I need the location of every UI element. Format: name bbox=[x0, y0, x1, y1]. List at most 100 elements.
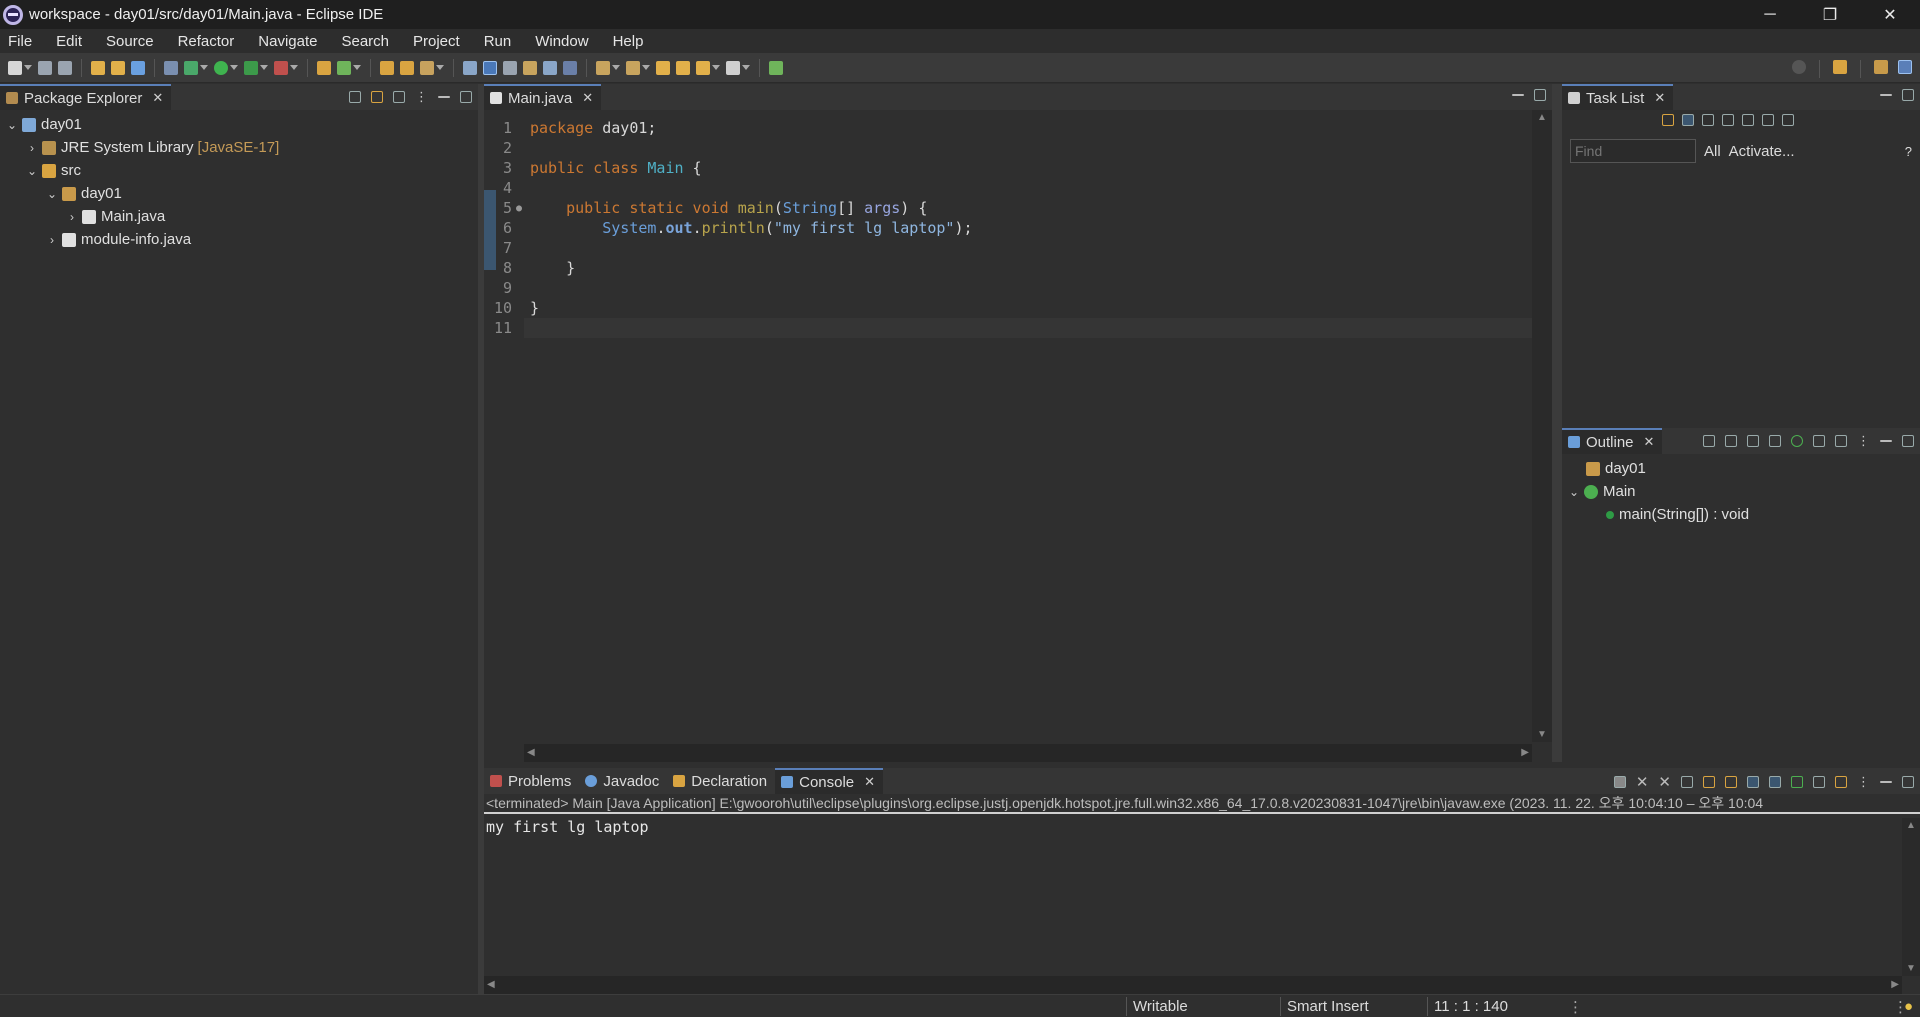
status-insert-mode[interactable]: Smart Insert bbox=[1287, 998, 1369, 1015]
search-icon[interactable] bbox=[1792, 60, 1806, 74]
redo-icon[interactable] bbox=[111, 60, 125, 75]
pin-console-icon[interactable] bbox=[1791, 776, 1803, 788]
terminate-icon[interactable] bbox=[1613, 776, 1626, 788]
chevron-down-icon[interactable]: ⌄ bbox=[24, 164, 40, 178]
scroll-left-icon[interactable]: ◀ bbox=[487, 979, 495, 990]
last-edit-location-icon[interactable] bbox=[656, 60, 670, 75]
toggle-breadcrumb-icon[interactable] bbox=[463, 60, 477, 75]
scroll-down-icon[interactable]: ▼ bbox=[1906, 963, 1916, 974]
run-dropdown-icon[interactable] bbox=[230, 65, 238, 70]
debug-dropdown-icon[interactable] bbox=[200, 65, 208, 70]
chevron-down-icon[interactable]: ⌄ bbox=[44, 187, 60, 201]
maximize-view-icon[interactable] bbox=[460, 91, 472, 103]
next-annotation-dropdown-icon[interactable] bbox=[612, 65, 620, 70]
perspective-java-ee-icon[interactable] bbox=[1874, 60, 1888, 74]
tab-main-java[interactable]: Main.java ✕ bbox=[484, 84, 602, 110]
save-all-icon[interactable] bbox=[58, 60, 72, 75]
console-horizontal-scrollbar[interactable]: ◀ ▶ bbox=[484, 976, 1902, 994]
menu-file[interactable]: File bbox=[8, 33, 32, 50]
search-tool-icon[interactable] bbox=[420, 60, 434, 75]
scroll-right-icon[interactable]: ▶ bbox=[1891, 979, 1899, 990]
sort-icon[interactable] bbox=[1725, 435, 1737, 447]
run-icon[interactable] bbox=[214, 60, 228, 75]
new-java-class-icon[interactable] bbox=[337, 60, 351, 75]
forward-icon[interactable] bbox=[726, 60, 740, 75]
scroll-right-icon[interactable]: ▶ bbox=[1521, 747, 1529, 758]
view-menu-icon[interactable]: ⋮ bbox=[1857, 433, 1870, 449]
hide-completed-icon[interactable] bbox=[1722, 114, 1734, 126]
new-class-dropdown-icon[interactable] bbox=[353, 65, 361, 70]
toggle-block-selection-icon[interactable] bbox=[503, 60, 517, 75]
tab-javadoc[interactable]: Javadoc bbox=[579, 768, 667, 794]
sash-right[interactable] bbox=[1552, 84, 1562, 762]
tree-item-module-info[interactable]: › module-info.java bbox=[0, 228, 478, 251]
filter-icon[interactable] bbox=[393, 91, 405, 103]
maximize-view-icon[interactable] bbox=[1534, 89, 1546, 101]
synchronize-icon[interactable] bbox=[1782, 114, 1794, 126]
code-editor[interactable]: 1 package day01; 2 3 public class Main {… bbox=[484, 110, 1552, 762]
outline-item-class[interactable]: ⌄ Main bbox=[1562, 480, 1920, 503]
minimize-button[interactable]: ─ bbox=[1740, 0, 1800, 29]
tree-item-main-java[interactable]: › Main.java bbox=[0, 205, 478, 228]
tab-task-list[interactable]: Task List ✕ bbox=[1562, 84, 1674, 110]
close-icon[interactable]: ✕ bbox=[582, 90, 593, 106]
outline-item-method[interactable]: main(String[]) : void bbox=[1562, 503, 1920, 526]
hide-static-icon[interactable] bbox=[1769, 435, 1781, 447]
menu-help[interactable]: Help bbox=[613, 33, 644, 50]
activate-link[interactable]: Activate... bbox=[1729, 143, 1795, 160]
skip-breakpoints-icon[interactable] bbox=[164, 60, 178, 75]
scroll-left-icon[interactable]: ◀ bbox=[527, 747, 535, 758]
new-java-project-icon[interactable] bbox=[317, 60, 331, 75]
menu-source[interactable]: Source bbox=[106, 33, 154, 50]
categorized-icon[interactable] bbox=[1682, 114, 1694, 126]
scroll-down-icon[interactable]: ▼ bbox=[1537, 729, 1547, 740]
undo-icon[interactable] bbox=[91, 60, 105, 75]
terminal-icon[interactable] bbox=[131, 60, 145, 75]
chevron-down-icon[interactable]: ⌄ bbox=[1566, 485, 1582, 499]
search-dropdown-icon[interactable] bbox=[436, 65, 444, 70]
chevron-right-icon[interactable]: › bbox=[64, 210, 80, 224]
close-window-button[interactable]: ✕ bbox=[1860, 0, 1920, 29]
menu-search[interactable]: Search bbox=[341, 33, 389, 50]
status-more-icon[interactable]: ⋮ bbox=[1568, 998, 1583, 1016]
minimize-view-icon[interactable] bbox=[1512, 94, 1524, 96]
previous-annotation-dropdown-icon[interactable] bbox=[642, 65, 650, 70]
tree-item-package[interactable]: ⌄ day01 bbox=[0, 182, 478, 205]
minimize-view-icon[interactable] bbox=[1880, 94, 1892, 96]
word-wrap-icon[interactable] bbox=[523, 60, 537, 75]
menu-navigate[interactable]: Navigate bbox=[258, 33, 317, 50]
forward-dropdown-icon[interactable] bbox=[742, 65, 750, 70]
tab-problems[interactable]: Problems bbox=[484, 768, 579, 794]
previous-annotation-icon[interactable] bbox=[626, 60, 640, 75]
open-type-icon[interactable] bbox=[380, 60, 394, 75]
maximize-view-icon[interactable] bbox=[1902, 435, 1914, 447]
hide-nonpublic-icon[interactable] bbox=[1791, 435, 1803, 447]
view-menu-icon[interactable]: ⋮ bbox=[415, 89, 428, 105]
show-stdout-icon[interactable] bbox=[1747, 776, 1759, 788]
display-console-icon[interactable] bbox=[1813, 776, 1825, 788]
external-tools-dropdown-icon[interactable] bbox=[290, 65, 298, 70]
back-dropdown-icon[interactable] bbox=[712, 65, 720, 70]
tab-console[interactable]: Console ✕ bbox=[775, 768, 884, 794]
perspective-java-icon[interactable] bbox=[1898, 60, 1912, 74]
coverage-icon[interactable] bbox=[244, 60, 258, 75]
hide-local-types-icon[interactable] bbox=[1813, 435, 1825, 447]
restore-button[interactable]: ❐ bbox=[1800, 0, 1860, 29]
show-stderr-icon[interactable] bbox=[1769, 776, 1781, 788]
close-icon[interactable]: ✕ bbox=[1644, 434, 1655, 450]
word-wrap-console-icon[interactable] bbox=[1725, 776, 1737, 788]
show-paragraph-icon[interactable] bbox=[563, 60, 577, 75]
debug-icon[interactable] bbox=[184, 60, 198, 75]
menu-refactor[interactable]: Refactor bbox=[178, 33, 235, 50]
scroll-up-icon[interactable]: ▲ bbox=[1906, 820, 1916, 831]
console-output[interactable]: my first lg laptop bbox=[486, 818, 649, 836]
chevron-right-icon[interactable]: › bbox=[44, 233, 60, 247]
minimize-view-icon[interactable] bbox=[1880, 440, 1892, 442]
collapse-all-icon[interactable] bbox=[349, 91, 361, 103]
chevron-right-icon[interactable]: › bbox=[24, 141, 40, 155]
tip-bulb-icon[interactable]: ● bbox=[1904, 998, 1913, 1015]
tab-outline[interactable]: Outline ✕ bbox=[1562, 428, 1663, 454]
find-input[interactable] bbox=[1570, 139, 1696, 163]
tab-package-explorer[interactable]: Package Explorer ✕ bbox=[0, 84, 172, 110]
tab-declaration[interactable]: Declaration bbox=[667, 768, 775, 794]
